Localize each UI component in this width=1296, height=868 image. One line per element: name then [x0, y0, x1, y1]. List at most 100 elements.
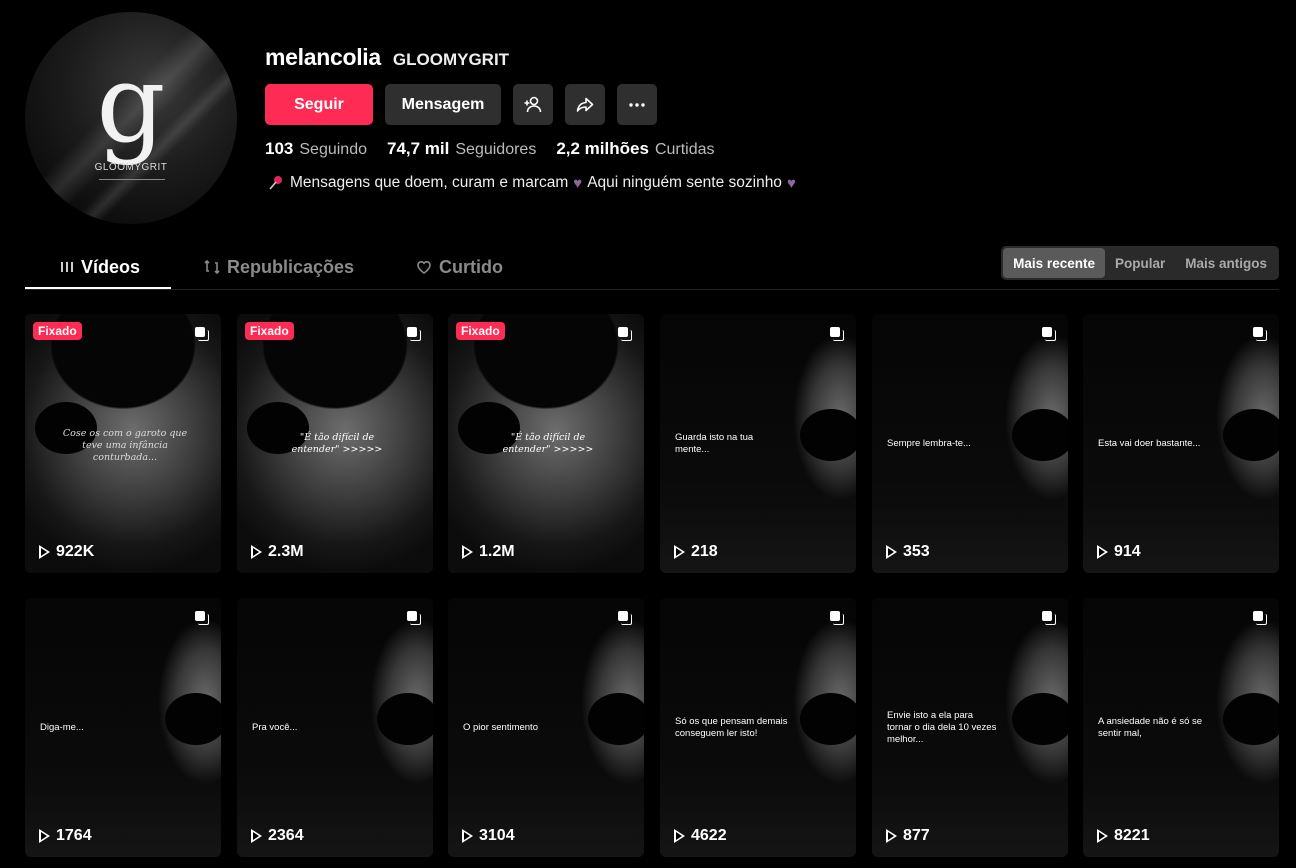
- video-card[interactable]: Sempre lembra-te... 353: [872, 314, 1068, 573]
- view-count-value: 922K: [56, 543, 95, 560]
- clown-nose: [165, 693, 221, 745]
- play-icon: [1097, 829, 1108, 843]
- view-count: 2.3M: [251, 543, 304, 561]
- view-count: 914: [1097, 543, 1141, 561]
- play-icon: [39, 545, 50, 559]
- stat-label: Curtidas: [654, 141, 715, 158]
- sort-option-recent[interactable]: Mais recente: [1003, 248, 1105, 278]
- play-icon: [1097, 545, 1108, 559]
- play-icon: [39, 829, 50, 843]
- video-card[interactable]: Cose os com o garoto que teve uma infânc…: [25, 314, 221, 573]
- clown-nose: [1223, 409, 1279, 461]
- stat-following[interactable]: 103 Seguindo: [265, 139, 367, 159]
- video-caption: A ansiedade não é só se sentir mal,: [1098, 716, 1203, 739]
- view-count-value: 3104: [479, 827, 515, 844]
- heart-outline-icon: [417, 261, 431, 274]
- avatar-logo-glyph: g: [96, 42, 166, 167]
- multi-photo-icon: [195, 611, 209, 625]
- multi-photo-icon: [407, 327, 421, 341]
- pinned-badge: Fixado: [33, 322, 82, 340]
- view-count: 2364: [251, 827, 304, 845]
- pinned-badge: Fixado: [456, 322, 505, 340]
- clown-nose: [1012, 693, 1068, 745]
- tab-label: Curtido: [439, 256, 503, 277]
- multi-photo-icon: [830, 327, 844, 341]
- view-count-value: 2.3M: [268, 543, 304, 560]
- stat-label: Seguindo: [299, 141, 367, 158]
- play-icon: [462, 829, 473, 843]
- tab-reposts[interactable]: Republicações: [203, 245, 354, 289]
- more-options-button[interactable]: [617, 84, 657, 125]
- stat-value: 2,2 milhões: [556, 139, 649, 158]
- video-caption: Guarda isto na tua mente...: [675, 432, 754, 455]
- video-card[interactable]: Guarda isto na tua mente... 218: [660, 314, 856, 573]
- profile-bio: Mensagens que doem, curam e marcam ♥ Aqu…: [267, 174, 796, 192]
- bio-text: Mensagens que doem, curam e marcam: [290, 174, 569, 191]
- view-count-value: 353: [903, 543, 930, 560]
- avatar-logo-line: [99, 179, 165, 180]
- video-card[interactable]: Diga-me... 1764: [25, 598, 221, 857]
- tab-label: Vídeos: [81, 256, 141, 277]
- profile-tabs: Vídeos Republicações Curtido Mais recent…: [25, 245, 1279, 290]
- sort-option-popular[interactable]: Popular: [1105, 248, 1175, 278]
- video-card[interactable]: "É tão difícil de entender" >>>>> Fixado…: [237, 314, 433, 573]
- avatar-logo-text: GLOOMYGRIT: [94, 162, 168, 173]
- video-card[interactable]: Pra você... 2364: [237, 598, 433, 857]
- video-caption: Esta vai doer bastante...: [1098, 438, 1201, 449]
- view-count-value: 8221: [1114, 827, 1150, 844]
- view-count: 353: [886, 543, 930, 561]
- share-icon: [576, 97, 594, 112]
- add-friend-button[interactable]: [513, 84, 553, 125]
- video-card[interactable]: Só os que pensam demais conseguem ler is…: [660, 598, 856, 857]
- multi-photo-icon: [830, 611, 844, 625]
- clown-nose: [1012, 409, 1068, 461]
- sort-option-oldest[interactable]: Mais antigos: [1175, 248, 1277, 278]
- view-count: 1764: [39, 827, 92, 845]
- video-caption: Sempre lembra-te...: [887, 438, 971, 449]
- tab-liked[interactable]: Curtido: [415, 245, 503, 289]
- view-count-value: 1.2M: [479, 543, 515, 560]
- stat-value: 74,7 mil: [387, 139, 450, 158]
- clown-nose: [1223, 693, 1279, 745]
- tab-label: Republicações: [227, 256, 355, 277]
- play-icon: [462, 545, 473, 559]
- tab-videos[interactable]: Vídeos: [59, 245, 140, 289]
- share-button[interactable]: [565, 84, 605, 125]
- video-caption: "É tão difícil de entender" >>>>>: [502, 432, 594, 455]
- username: melancolia: [265, 44, 381, 70]
- profile-avatar[interactable]: g GLOOMYGRIT: [25, 12, 237, 224]
- play-icon: [886, 829, 897, 843]
- stat-value: 103: [265, 139, 294, 158]
- video-card[interactable]: Envie isto a ela para tornar o dia dela …: [872, 598, 1068, 857]
- pushpin-icon: [269, 176, 282, 190]
- follow-button[interactable]: Seguir: [265, 84, 373, 125]
- video-caption: Pra você...: [252, 722, 298, 733]
- view-count: 8221: [1097, 827, 1150, 845]
- multi-photo-icon: [1253, 327, 1267, 341]
- play-icon: [251, 829, 262, 843]
- multi-photo-icon: [618, 611, 632, 625]
- purple-heart-icon: ♥: [573, 174, 583, 192]
- active-tab-indicator: [25, 287, 171, 289]
- clown-nose: [800, 409, 856, 461]
- video-caption: "É tão difícil de entender" >>>>>: [291, 432, 383, 455]
- pinned-badge: Fixado: [245, 322, 294, 340]
- multi-photo-icon: [1042, 611, 1056, 625]
- clown-nose: [377, 693, 433, 745]
- video-caption: Só os que pensam demais conseguem ler is…: [675, 716, 788, 739]
- video-card[interactable]: Esta vai doer bastante... 914: [1083, 314, 1279, 573]
- multi-photo-icon: [1253, 611, 1267, 625]
- view-count: 1.2M: [462, 543, 515, 561]
- video-card[interactable]: A ansiedade não é só se sentir mal, 8221: [1083, 598, 1279, 857]
- multi-photo-icon: [618, 327, 632, 341]
- play-icon: [674, 545, 685, 559]
- message-button[interactable]: Mensagem: [385, 84, 501, 125]
- stat-followers[interactable]: 74,7 mil Seguidores: [387, 139, 536, 159]
- video-card[interactable]: "É tão difícil de entender" >>>>> Fixado…: [448, 314, 644, 573]
- video-caption: O pior sentimento: [463, 722, 538, 733]
- play-icon: [886, 545, 897, 559]
- video-card[interactable]: O pior sentimento 3104: [448, 598, 644, 857]
- purple-heart-icon: ♥: [786, 174, 796, 192]
- view-count: 922K: [39, 543, 94, 561]
- view-count-value: 4622: [691, 827, 727, 844]
